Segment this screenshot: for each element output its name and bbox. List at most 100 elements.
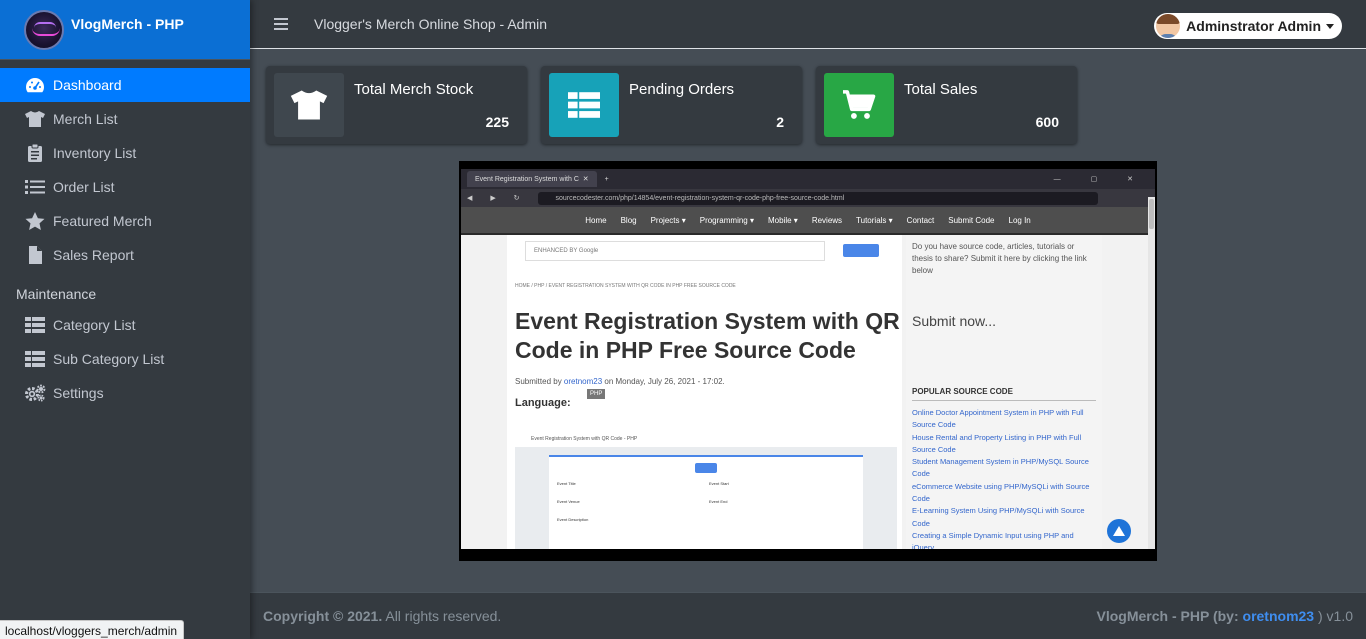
site-menu-item: Blog [620,215,637,225]
footer-copyright-rest: All rights reserved. [382,608,502,624]
site-menu-item: Projects ▾ [650,215,686,225]
footer-author-link[interactable]: oretnom23 [1243,608,1315,624]
site-menu-item: Programming ▾ [699,215,754,225]
sidebar-item-settings[interactable]: Settings [0,376,250,410]
site-menu-item: Home [585,215,607,225]
site-sidebar: Do you have source code, articles, tutor… [906,235,1102,549]
info-box-pending-orders: Pending Orders 2 [541,66,802,144]
site-popular-link: Creating a Simple Dynamic Input using PH… [912,530,1074,549]
site-language-label: Language: [515,397,571,409]
site-scrollbar [1148,197,1155,549]
footer-credits-suffix: ) v1.0 [1314,608,1353,624]
table-icon [549,73,619,137]
sidebar-item-label: Sales Report [53,247,134,263]
sidebar-item-label: Order List [53,179,115,195]
list-icon [24,177,46,197]
site-popular-link: Student Management System in PHP/MySQL S… [912,457,1089,479]
hamburger-menu-icon[interactable] [274,15,288,33]
clipboard-icon [24,143,46,163]
table-icon [24,315,46,335]
sidebar-nav: Dashboard Merch List Inventory List Orde… [0,60,250,410]
sidebar-item-category-list[interactable]: Category List [0,308,250,342]
site-search-box: ENHANCED BY Google [525,241,825,261]
site-breadcrumb: HOME / PHP / EVENT REGISTRATION SYSTEM W… [515,283,736,289]
site-menu-item: Contact [906,215,935,225]
browser-address: sourcecodester.com/php/14854/event-regis… [537,191,1098,205]
main-content: Total Merch Stock 225 Pending Orders 2 T… [250,49,1366,592]
avatar [1156,14,1181,38]
info-box-value: 225 [485,114,509,130]
info-box-total-sales: Total Sales 600 [816,66,1077,144]
sidebar-item-label: Merch List [53,111,118,127]
site-popular-link: House Rental and Property Listing in PHP… [912,432,1082,454]
info-box-value: 2 [776,114,784,130]
app-preview-title: Event Registration System with QR Code -… [515,431,897,447]
sidebar-item-inventory-list[interactable]: Inventory List [0,136,250,170]
app-preview-button [695,463,717,473]
browser-url-text: sourcecodester.com/php/14854/event-regis… [555,194,845,202]
site-menu-item: Submit Code [948,215,995,225]
sidebar-item-sub-category-list[interactable]: Sub Category List [0,342,250,376]
site-article: ENHANCED BY Google HOME / PHP / EVENT RE… [507,235,902,549]
meta-prefix: Submitted by [515,377,564,386]
site-popular-link: Online Doctor Appointment System in PHP … [912,408,1084,430]
site-language-tag: PHP [587,389,606,399]
info-boxes: Total Merch Stock 225 Pending Orders 2 T… [266,66,1077,144]
site-article-meta: Submitted by oretnom23 on Monday, July 2… [515,377,725,386]
footer: Copyright © 2021. All rights reserved. V… [250,592,1366,639]
sidebar-item-merch-list[interactable]: Merch List [0,102,250,136]
site-popular-links: Online Doctor Appointment System in PHP … [912,407,1096,549]
meta-author: oretnom23 [563,377,603,386]
site-menu-item: Reviews [811,215,843,225]
footer-credits-prefix: VlogMerch - PHP (by: [1096,608,1243,624]
tshirt-icon [274,73,344,137]
brand-link[interactable]: VlogMerch - PHP [0,0,250,60]
brand-name: VlogMerch - PHP [71,16,184,32]
sidebar: VlogMerch - PHP Dashboard Merch List Inv… [0,0,250,639]
site-menu-item: Mobile ▾ [768,215,798,225]
app-field: Event Title [557,481,576,486]
browser-url-bar: ◀ ▶ ↻ sourcecodester.com/php/14854/event… [461,189,1155,207]
app-field: Event End [709,499,728,504]
sidebar-item-sales-report[interactable]: Sales Report [0,238,250,272]
top-navbar: Vlogger's Merch Online Shop - Admin Admi… [250,0,1366,49]
sidebar-item-label: Settings [53,385,104,401]
site-search-button [843,244,879,257]
info-box-value: 600 [1035,114,1059,130]
embedded-browser-screenshot: Event Registration System with C ✕ + — ▢… [461,169,1155,549]
app-field: Event Start [709,481,729,486]
site-popular-link: eCommerce Website using PHP/MySQLi with … [912,481,1090,504]
browser-tab-bar: Event Registration System with C ✕ + — ▢… [461,169,1155,189]
site-popular-link: E-Learning System Using PHP/MySQLi with … [912,506,1085,528]
dashboard-banner-image: Event Registration System with C ✕ + — ▢… [459,161,1157,561]
browser-nav-icons: ◀ ▶ ↻ [467,195,528,202]
user-dropdown[interactable]: Adminstrator Admin [1154,13,1342,39]
site-side-text: Do you have source code, articles, tutor… [912,242,1087,275]
site-menu: Home Blog Projects ▾ Programming ▾ Mobil… [461,207,1155,235]
site-menu-item: Log In [1008,215,1031,225]
gears-icon [24,383,46,403]
site-article-title: Event Registration System with QR Code i… [515,308,900,363]
status-bar-url: localhost/vloggers_merch/admin [0,620,185,639]
browser-tab-title: Event Registration System with C [475,175,579,183]
info-box-label: Pending Orders [629,81,735,98]
meta-suffix: on Monday, July 26, 2021 - 17:02. [602,377,725,386]
sidebar-item-dashboard[interactable]: Dashboard [0,68,250,102]
footer-copyright: Copyright © 2021. All rights reserved. [263,608,501,624]
caret-down-icon [1326,23,1334,29]
browser-tab: Event Registration System with C ✕ [467,171,597,187]
sidebar-item-label: Dashboard [53,77,122,93]
new-tab-icon: + [604,175,609,183]
info-box-label: Total Sales [904,81,978,98]
info-box-label: Total Merch Stock [354,81,474,98]
sidebar-item-featured-merch[interactable]: Featured Merch [0,204,250,238]
site-page: ENHANCED BY Google HOME / PHP / EVENT RE… [461,235,1155,549]
sidebar-item-order-list[interactable]: Order List [0,170,250,204]
site-submit-now: Submit now... [912,313,997,329]
sidebar-item-label: Category List [53,317,136,333]
scroll-top-icon [1107,519,1131,543]
app-preview-form: Event Title Event Start Event Venue Even… [549,455,863,549]
sidebar-item-label: Inventory List [53,145,137,161]
app-field: Event Venue [557,499,580,504]
tshirt-icon [24,109,46,129]
